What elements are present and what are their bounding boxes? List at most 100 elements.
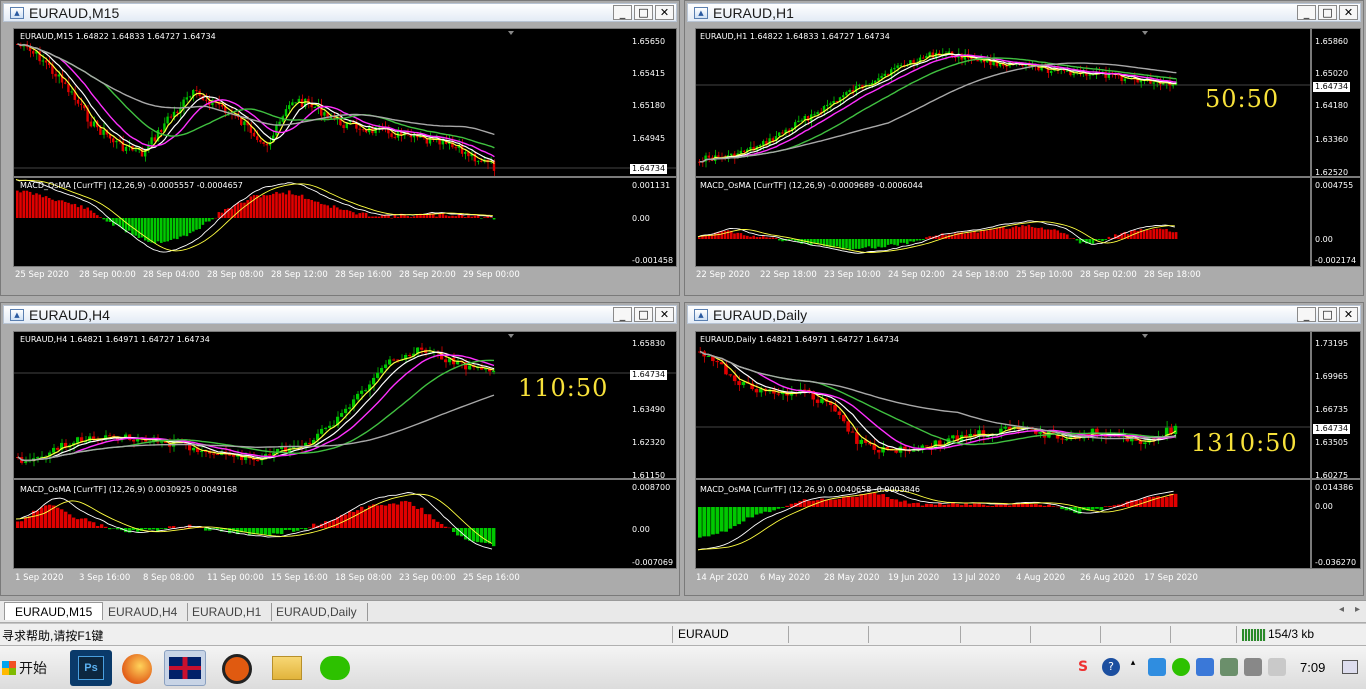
chart-window-icon: ▲ bbox=[694, 6, 708, 19]
network-icon[interactable] bbox=[1220, 658, 1238, 676]
candle bbox=[820, 398, 824, 403]
restore-button[interactable]: □ bbox=[1318, 5, 1337, 20]
osma-bar bbox=[60, 200, 64, 218]
window-titlebar[interactable]: ▲ EURAUD,H4 _ □ ✕ bbox=[3, 305, 677, 324]
window-titlebar[interactable]: ▲ EURAUD,Daily _ □ ✕ bbox=[687, 305, 1361, 324]
chart-header: EURAUD,H1 1.64822 1.64833 1.64727 1.6473… bbox=[700, 32, 890, 41]
minimize-button[interactable]: _ bbox=[1297, 307, 1316, 322]
window-title: EURAUD,M15 bbox=[29, 4, 120, 21]
minimize-button[interactable]: _ bbox=[613, 307, 632, 322]
tab-euraud-h4[interactable]: EURAUD,H4 bbox=[98, 603, 189, 621]
osma-bar bbox=[451, 215, 454, 218]
osma-bar bbox=[320, 203, 323, 218]
candle bbox=[340, 413, 344, 417]
macd-header: MACD_OsMA [CurrTF] (12,26,9) -0.0005557 … bbox=[20, 181, 243, 190]
window-titlebar[interactable]: ▲ EURAUD,M15 _ □ ✕ bbox=[3, 3, 677, 22]
status-bar: 寻求帮助,请按F1键 EURAUD 154/3 kb bbox=[0, 623, 1366, 645]
candle bbox=[931, 52, 934, 58]
osma-bar bbox=[68, 514, 72, 528]
osma-bar bbox=[44, 505, 48, 528]
time-label: 28 May 2020 bbox=[824, 573, 880, 583]
macd-pane[interactable]: MACD_OsMA [CurrTF] (12,26,9) -0.0005557 … bbox=[13, 177, 677, 267]
tab-scroll-right-icon[interactable]: ▸ bbox=[1355, 604, 1360, 615]
restore-button[interactable]: □ bbox=[634, 5, 653, 20]
candle bbox=[858, 85, 861, 87]
start-button[interactable]: 开始 bbox=[2, 652, 54, 684]
osma-bar bbox=[152, 528, 156, 530]
osma-bar bbox=[336, 207, 339, 218]
candle bbox=[56, 447, 60, 450]
candle bbox=[460, 145, 464, 154]
chart-window-daily[interactable]: ▲ EURAUD,Daily _ □ ✕ EURAUD,Daily 1.6482… bbox=[684, 302, 1364, 596]
chart-window-h4[interactable]: ▲ EURAUD,H4 _ □ ✕ EURAUD,H4 1.64821 1.64… bbox=[0, 302, 680, 596]
photoshop-icon[interactable]: Ps bbox=[70, 650, 112, 686]
osma-bar bbox=[920, 505, 925, 507]
candle bbox=[41, 60, 44, 62]
wechat-icon[interactable] bbox=[314, 650, 356, 686]
price-label: 1.62320 bbox=[632, 438, 666, 447]
osma-bar bbox=[767, 507, 772, 513]
time-label: 15 Sep 16:00 bbox=[271, 573, 328, 583]
tab-euraud-m15[interactable]: EURAUD,M15 bbox=[4, 602, 104, 620]
tray-expand-icon[interactable]: ▴ bbox=[1128, 658, 1138, 676]
restore-button[interactable]: □ bbox=[1318, 307, 1337, 322]
uk-flag-icon[interactable] bbox=[164, 650, 206, 686]
restore-button[interactable]: □ bbox=[634, 307, 653, 322]
price-chart-pane[interactable]: EURAUD,H4 1.64821 1.64971 1.64727 1.6473… bbox=[13, 331, 677, 479]
minimize-button[interactable]: _ bbox=[1297, 5, 1316, 20]
macd-pane[interactable]: MACD_OsMA [CurrTF] (12,26,9) -0.0009689 … bbox=[695, 177, 1311, 267]
chart-header: EURAUD,H4 1.64821 1.64971 1.64727 1.6473… bbox=[20, 335, 210, 344]
clock[interactable]: 7:09 bbox=[1300, 660, 1325, 675]
tab-scroll-left-icon[interactable]: ◂ bbox=[1339, 604, 1344, 615]
osma-bar bbox=[899, 239, 903, 243]
close-button[interactable]: ✕ bbox=[655, 5, 674, 20]
osma-bar bbox=[376, 505, 380, 528]
power-icon[interactable] bbox=[1268, 658, 1286, 676]
osma-bar bbox=[99, 217, 102, 218]
chart-tab-bar: EURAUD,M15 EURAUD,H4 EURAUD,H1 EURAUD,Da… bbox=[0, 600, 1366, 622]
candle bbox=[160, 441, 164, 443]
osma-bar bbox=[885, 497, 890, 507]
tray-wechat-icon[interactable] bbox=[1172, 658, 1190, 676]
price-axis: 1.73195 1.69965 1.66735 1.64734 1.63505 … bbox=[1311, 331, 1361, 479]
candle bbox=[468, 365, 472, 370]
osma-bar bbox=[698, 237, 701, 239]
minimize-button[interactable]: _ bbox=[613, 5, 632, 20]
chart-header: EURAUD,M15 1.64822 1.64833 1.64727 1.647… bbox=[20, 32, 216, 41]
candle bbox=[160, 130, 163, 133]
close-button[interactable]: ✕ bbox=[1339, 5, 1358, 20]
sogou-input-icon[interactable]: S bbox=[1074, 658, 1092, 676]
tab-euraud-h1[interactable]: EURAUD,H1 bbox=[182, 603, 273, 621]
osma-bar bbox=[785, 505, 790, 507]
folder-icon[interactable] bbox=[266, 650, 308, 686]
macd-pane[interactable]: MACD_OsMA [CurrTF] (12,26,9) 0.0030925 0… bbox=[13, 479, 677, 569]
moving-average-line bbox=[17, 394, 495, 462]
macd-pane[interactable]: MACD_OsMA [CurrTF] (12,26,9) 0.0040658 -… bbox=[695, 479, 1311, 569]
fox-browser-icon[interactable] bbox=[116, 650, 158, 686]
security-shield-icon[interactable] bbox=[1196, 658, 1214, 676]
osma-bar bbox=[845, 239, 848, 249]
tab-euraud-daily[interactable]: EURAUD,Daily bbox=[266, 603, 368, 621]
ninja-app-icon[interactable] bbox=[216, 650, 258, 686]
osma-bar bbox=[56, 507, 60, 528]
osma-bar bbox=[104, 526, 108, 528]
show-desktop-icon[interactable] bbox=[1342, 660, 1358, 674]
price-chart-pane[interactable]: EURAUD,M15 1.64822 1.64833 1.64727 1.647… bbox=[13, 28, 677, 177]
osma-bar bbox=[38, 194, 41, 218]
candle bbox=[833, 405, 837, 412]
osma-bar bbox=[364, 509, 368, 528]
window-titlebar[interactable]: ▲ EURAUD,H1 _ □ ✕ bbox=[687, 3, 1361, 22]
volume-icon[interactable] bbox=[1244, 658, 1262, 676]
osma-bar bbox=[35, 193, 38, 218]
tray-app-icon[interactable] bbox=[1148, 658, 1166, 676]
candle bbox=[291, 102, 294, 106]
osma-bar bbox=[749, 236, 752, 239]
candle bbox=[883, 73, 886, 76]
chart-window-m15[interactable]: ▲ EURAUD,M15 _ □ ✕ EURAUD,M15 1.64822 1.… bbox=[0, 0, 680, 296]
help-icon[interactable]: ? bbox=[1102, 658, 1120, 676]
chart-window-h1[interactable]: ▲ EURAUD,H1 _ □ ✕ EURAUD,H1 1.64822 1.64… bbox=[684, 0, 1364, 296]
candle bbox=[842, 415, 846, 422]
close-button[interactable]: ✕ bbox=[1339, 307, 1358, 322]
connection-status-icon[interactable] bbox=[1242, 629, 1266, 641]
close-button[interactable]: ✕ bbox=[655, 307, 674, 322]
